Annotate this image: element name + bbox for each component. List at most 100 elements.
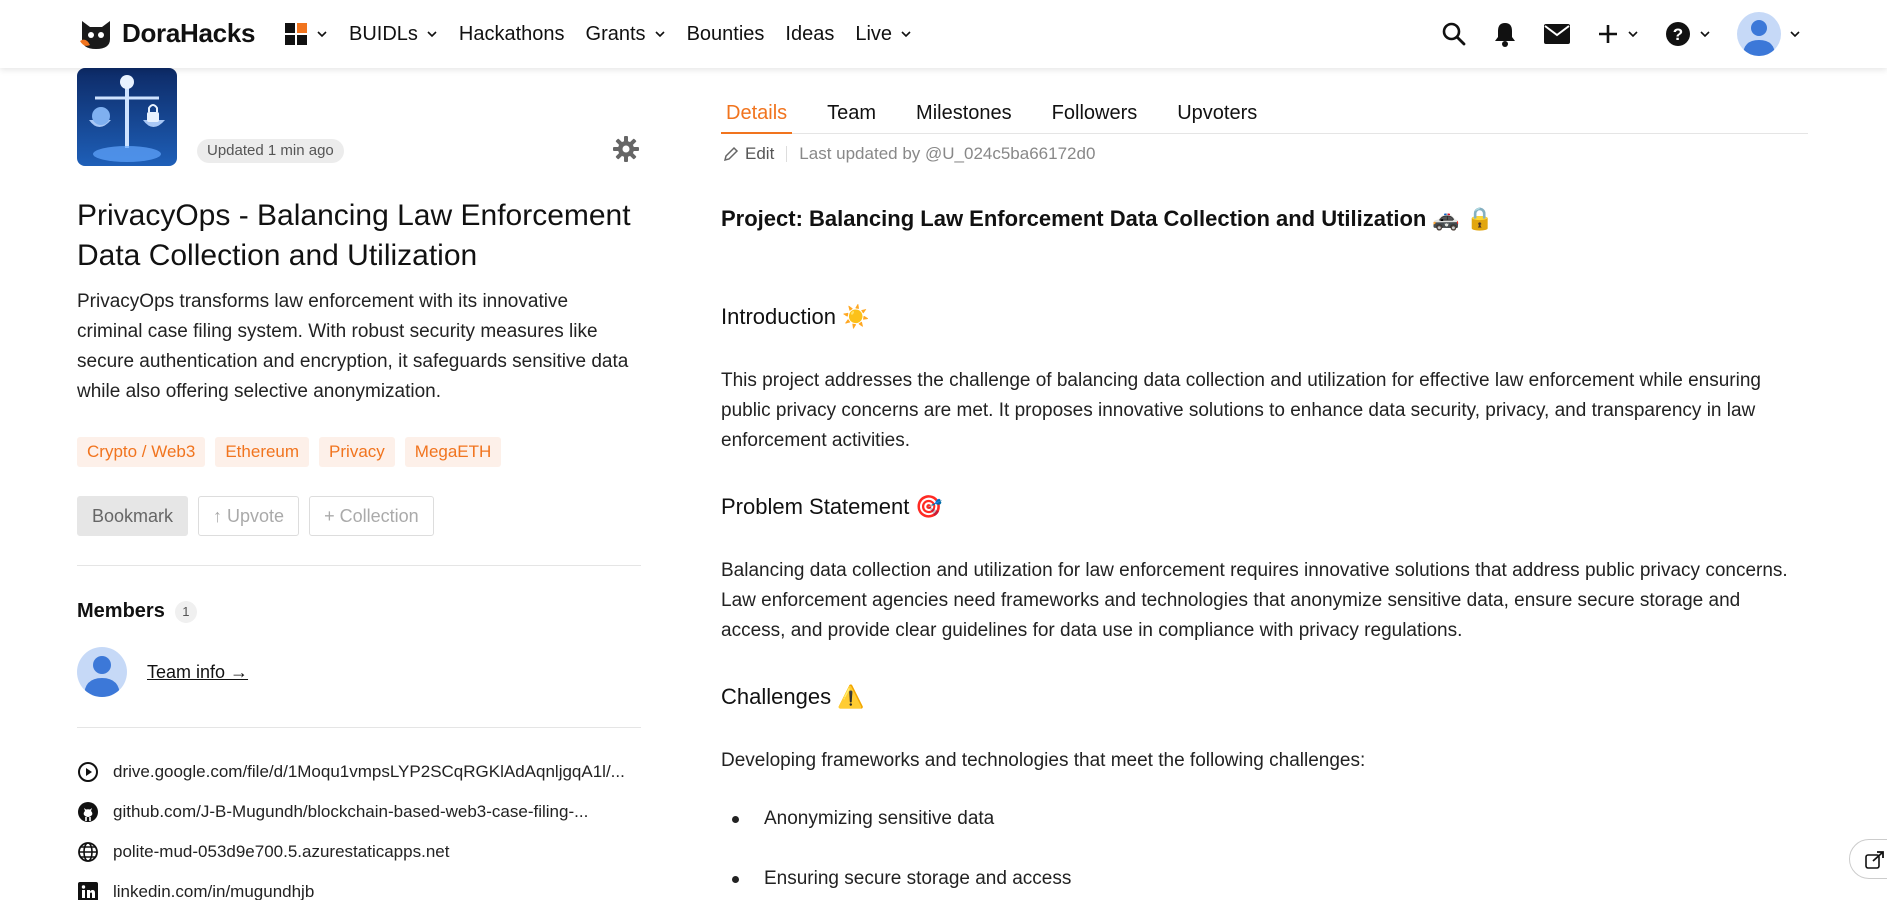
- project-thumbnail: [77, 68, 177, 166]
- chevron-down-icon: [427, 31, 437, 38]
- link-text: drive.google.com/file/d/1Moqu1vmpsLYP2SC…: [113, 762, 625, 781]
- bell-icon: [1495, 23, 1515, 47]
- tag[interactable]: Crypto / Web3: [77, 437, 206, 467]
- svg-text:?: ?: [1673, 25, 1683, 44]
- edit-bar: Edit Last updated by @U_024c5ba66172d0: [723, 144, 1095, 164]
- project-heading: Project: Balancing Law Enforcement Data …: [721, 206, 1494, 231]
- settings-button[interactable]: [613, 136, 639, 167]
- link-linkedin[interactable]: linkedin.com/in/mugundhjb: [77, 872, 625, 900]
- project-title: PrivacyOps - Balancing Law Enforcement D…: [77, 199, 631, 272]
- nav-live-label: Live: [855, 22, 893, 45]
- brand-logo[interactable]: DoraHacks: [78, 15, 255, 51]
- top-navbar: DoraHacks BUIDLs Hackathons Grants Bount…: [0, 0, 1887, 68]
- brand-name: DoraHacks: [122, 17, 256, 48]
- mail-icon: [1544, 24, 1570, 44]
- nav-hackathons-label: Hackathons: [458, 22, 565, 45]
- link-website[interactable]: polite-mud-053d9e700.5.azurestaticapps.n…: [77, 832, 625, 872]
- members-header: Members 1: [77, 600, 197, 623]
- list-item-text: Anonymizing sensitive data: [764, 808, 995, 829]
- nav-grants-label: Grants: [585, 22, 646, 45]
- chevron-down-icon: [654, 31, 665, 38]
- globe-icon-svg: [78, 842, 98, 862]
- members-count-badge: 1: [174, 600, 197, 623]
- nav-grants[interactable]: Grants: [586, 23, 666, 46]
- create-menu[interactable]: [1597, 23, 1639, 45]
- linkedin-icon: [77, 881, 101, 900]
- nav-bounties[interactable]: Bounties: [687, 23, 765, 46]
- project-actions: Bookmark ↑ Upvote + Collection: [77, 496, 434, 536]
- chevron-down-icon: [1790, 31, 1800, 38]
- chevron-down-icon: [901, 31, 911, 38]
- edit-button[interactable]: Edit: [723, 144, 774, 164]
- nav-hackathons[interactable]: Hackathons: [459, 23, 565, 46]
- github-icon-svg: [78, 802, 98, 822]
- bookmark-button[interactable]: Bookmark: [77, 496, 189, 536]
- share-icon: [1865, 851, 1884, 869]
- apps-grid-icon: [285, 23, 307, 45]
- plus-icon: [1599, 25, 1617, 43]
- apps-menu[interactable]: [284, 22, 328, 46]
- tab-milestones[interactable]: Milestones: [911, 96, 1017, 134]
- nav-links: BUIDLs Hackathons Grants Bounties Ideas …: [284, 16, 933, 52]
- section-heading-challenges: Challenges ⚠️: [721, 684, 865, 709]
- list-item: Anonymizing sensitive data: [721, 808, 994, 830]
- notifications-button[interactable]: [1493, 21, 1517, 47]
- edit-label: Edit: [745, 144, 775, 163]
- tab-details[interactable]: Details: [721, 96, 793, 134]
- user-menu[interactable]: [1737, 12, 1801, 56]
- tab-followers[interactable]: Followers: [1047, 96, 1143, 134]
- detail-tabs: Details Team Milestones Followers Upvote…: [721, 96, 1808, 134]
- problem-paragraph: Balancing data collection and utilizatio…: [721, 560, 1788, 641]
- divider: [77, 727, 641, 728]
- bullet-dot: [732, 815, 739, 823]
- challenges-paragraph: Developing frameworks and technologies t…: [721, 750, 1366, 771]
- tag[interactable]: MegaETH: [404, 437, 502, 467]
- nav-live[interactable]: Live: [855, 23, 912, 46]
- play-circle-icon: [77, 761, 101, 783]
- tag[interactable]: Privacy: [319, 437, 395, 467]
- project-logo-image: [77, 68, 177, 166]
- nav-buidls[interactable]: BUIDLs: [349, 23, 438, 46]
- linkedin-icon-svg: [78, 882, 98, 900]
- list-item-text: Ensuring secure storage and access: [764, 868, 1072, 889]
- tag-list: Crypto / Web3 Ethereum Privacy MegaETH: [77, 437, 502, 467]
- last-updated-text: Last updated by @U_024c5ba66172d0: [799, 144, 1096, 163]
- avatar[interactable]: [77, 647, 127, 697]
- updated-badge: Updated 1 min ago: [197, 139, 344, 163]
- team-info-link[interactable]: Team info →: [147, 662, 248, 683]
- project-links: drive.google.com/file/d/1Moqu1vmpsLYP2SC…: [77, 752, 625, 900]
- section-heading-introduction: Introduction ☀️: [721, 304, 870, 329]
- link-github[interactable]: github.com/J-B-Mugundh/blockchain-based-…: [77, 792, 625, 832]
- nav-buidls-label: BUIDLs: [349, 22, 418, 45]
- chevron-down-icon: [1700, 31, 1710, 38]
- link-text: github.com/J-B-Mugundh/blockchain-based-…: [113, 802, 589, 821]
- link-video[interactable]: drive.google.com/file/d/1Moqu1vmpsLYP2SC…: [77, 752, 625, 792]
- tab-upvoters[interactable]: Upvoters: [1172, 96, 1262, 134]
- messages-button[interactable]: [1543, 23, 1571, 45]
- intro-paragraph: This project addresses the challenge of …: [721, 370, 1761, 451]
- divider: [77, 565, 641, 566]
- user-avatar-icon: [1743, 20, 1775, 56]
- search-icon: [1442, 22, 1466, 46]
- help-menu[interactable]: ?: [1665, 21, 1711, 47]
- user-avatar-icon: [84, 656, 120, 697]
- add-collection-button[interactable]: + Collection: [309, 496, 434, 536]
- tag[interactable]: Ethereum: [215, 437, 310, 467]
- gear-icon: [613, 136, 639, 162]
- dorahacks-logo-icon: [80, 21, 110, 49]
- project-description: PrivacyOps transforms law enforcement wi…: [77, 291, 629, 402]
- list-item: Ensuring secure storage and access: [721, 868, 1071, 890]
- nav-actions: ?: [1415, 10, 1801, 58]
- tab-team[interactable]: Team: [822, 96, 881, 134]
- upvote-button[interactable]: ↑ Upvote: [198, 496, 300, 536]
- chevron-down-icon: [1628, 31, 1638, 38]
- members-label: Members: [77, 600, 165, 622]
- share-floating-button[interactable]: [1849, 839, 1887, 879]
- member-row: Team info →: [77, 647, 248, 697]
- chevron-down-icon: [317, 31, 327, 38]
- search-button[interactable]: [1441, 21, 1467, 47]
- section-heading-problem: Problem Statement 🎯: [721, 494, 943, 519]
- nav-bounties-label: Bounties: [686, 22, 765, 45]
- divider: [786, 146, 788, 162]
- nav-ideas[interactable]: Ideas: [785, 23, 834, 46]
